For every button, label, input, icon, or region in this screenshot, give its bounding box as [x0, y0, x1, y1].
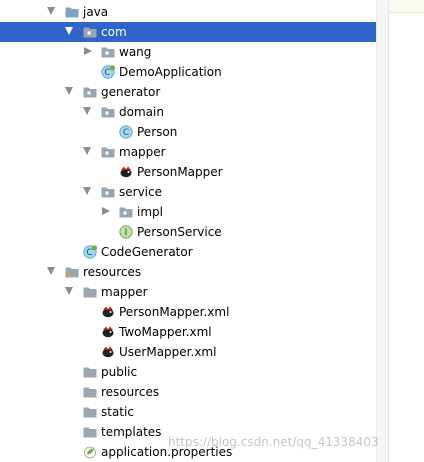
tree-row[interactable]: public [0, 362, 376, 382]
svg-text:C: C [123, 128, 129, 138]
folder-icon [83, 405, 97, 419]
svg-text:C: C [104, 68, 110, 78]
tree-item-label: DemoApplication [119, 65, 222, 79]
tree-item-label: service [119, 185, 162, 199]
mybatis-bird-icon [119, 165, 133, 179]
tree-row[interactable]: com [0, 22, 376, 42]
tree-row[interactable]: generator [0, 82, 376, 102]
tree-item-label: java [83, 5, 109, 19]
tree-item-label: resources [101, 385, 160, 399]
tree-item-label: UserMapper.xml [119, 345, 217, 359]
tree-row[interactable]: resources [0, 262, 376, 282]
package-folder-icon [119, 205, 133, 219]
tree-item-label: static [101, 405, 134, 419]
tree-item-label: resources [83, 265, 142, 279]
tree-item-label: PersonMapper.xml [119, 305, 230, 319]
expand-arrow-icon[interactable] [47, 267, 55, 275]
tree-row[interactable]: wang [0, 42, 376, 62]
mybatis-bird-icon [101, 305, 115, 319]
spring-properties-icon [83, 445, 97, 459]
spring-boot-class-icon: C [83, 245, 98, 259]
expand-arrow-icon[interactable] [65, 27, 73, 35]
package-folder-icon [83, 25, 97, 39]
tree-row[interactable]: domain [0, 102, 376, 122]
editor-pane-edge [388, 0, 424, 462]
tree-row[interactable]: I PersonService [0, 222, 376, 242]
tree-item-label: wang [119, 45, 152, 59]
tree-item-label: TwoMapper.xml [119, 325, 212, 339]
mybatis-bird-icon [101, 345, 115, 359]
svg-text:I: I [125, 228, 128, 238]
package-folder-icon [101, 45, 115, 59]
expand-arrow-icon[interactable] [65, 87, 73, 95]
tree-item-label: com [101, 25, 127, 39]
tree-item-label: CodeGenerator [101, 245, 193, 259]
expand-arrow-icon[interactable] [65, 287, 73, 295]
collapse-arrow-icon[interactable] [84, 47, 92, 55]
tree-row[interactable]: PersonMapper [0, 162, 376, 182]
project-tree: java com wang C DemoApplication generator doma… [0, 0, 424, 462]
tree-row[interactable]: C DemoApplication [0, 62, 376, 82]
tree-row[interactable]: mapper [0, 142, 376, 162]
tree-item-label: Person [137, 125, 178, 139]
watermark-text: https://blog.csdn.net/qq_41338403 [168, 435, 379, 449]
tree-item-label: PersonService [137, 225, 222, 239]
folder-icon [83, 385, 97, 399]
tree-item-label: impl [137, 205, 163, 219]
package-folder-icon [101, 105, 115, 119]
class-icon: C [119, 125, 133, 139]
tree-row[interactable]: service [0, 182, 376, 202]
expand-arrow-icon[interactable] [47, 7, 55, 15]
interface-icon: I [119, 225, 133, 239]
folder-icon [83, 285, 97, 299]
tree-item-label: mapper [119, 145, 166, 159]
expand-arrow-icon[interactable] [83, 147, 91, 155]
tree-row[interactable]: UserMapper.xml [0, 342, 376, 362]
source-folder-icon [65, 5, 79, 19]
package-folder-icon [101, 145, 115, 159]
resources-folder-icon [65, 265, 79, 279]
svg-text:C: C [86, 248, 92, 258]
folder-icon [83, 425, 97, 439]
tree-row[interactable]: C CodeGenerator [0, 242, 376, 262]
tree-item-label: public [101, 365, 138, 379]
editor-tab-strip [389, 0, 424, 13]
tree-row[interactable]: PersonMapper.xml [0, 302, 376, 322]
expand-arrow-icon[interactable] [83, 187, 91, 195]
tree-item-label: mapper [101, 285, 148, 299]
tree-row[interactable]: resources [0, 382, 376, 402]
mybatis-bird-icon [101, 325, 115, 339]
tree-item-label: templates [101, 425, 162, 439]
folder-icon [83, 365, 97, 379]
package-folder-icon [83, 85, 97, 99]
expand-arrow-icon[interactable] [83, 107, 91, 115]
tree-row[interactable]: mapper [0, 282, 376, 302]
tree-row[interactable]: TwoMapper.xml [0, 322, 376, 342]
tree-row[interactable]: impl [0, 202, 376, 222]
tree-row[interactable]: java [0, 2, 376, 22]
package-folder-icon [101, 185, 115, 199]
tree-item-label: generator [101, 85, 161, 99]
spring-boot-class-icon: C [101, 65, 116, 79]
collapse-arrow-icon[interactable] [102, 207, 110, 215]
tree-row[interactable]: static [0, 402, 376, 422]
tree-item-label: PersonMapper [137, 165, 223, 179]
tree-row[interactable]: C Person [0, 122, 376, 142]
tree-item-label: domain [119, 105, 164, 119]
